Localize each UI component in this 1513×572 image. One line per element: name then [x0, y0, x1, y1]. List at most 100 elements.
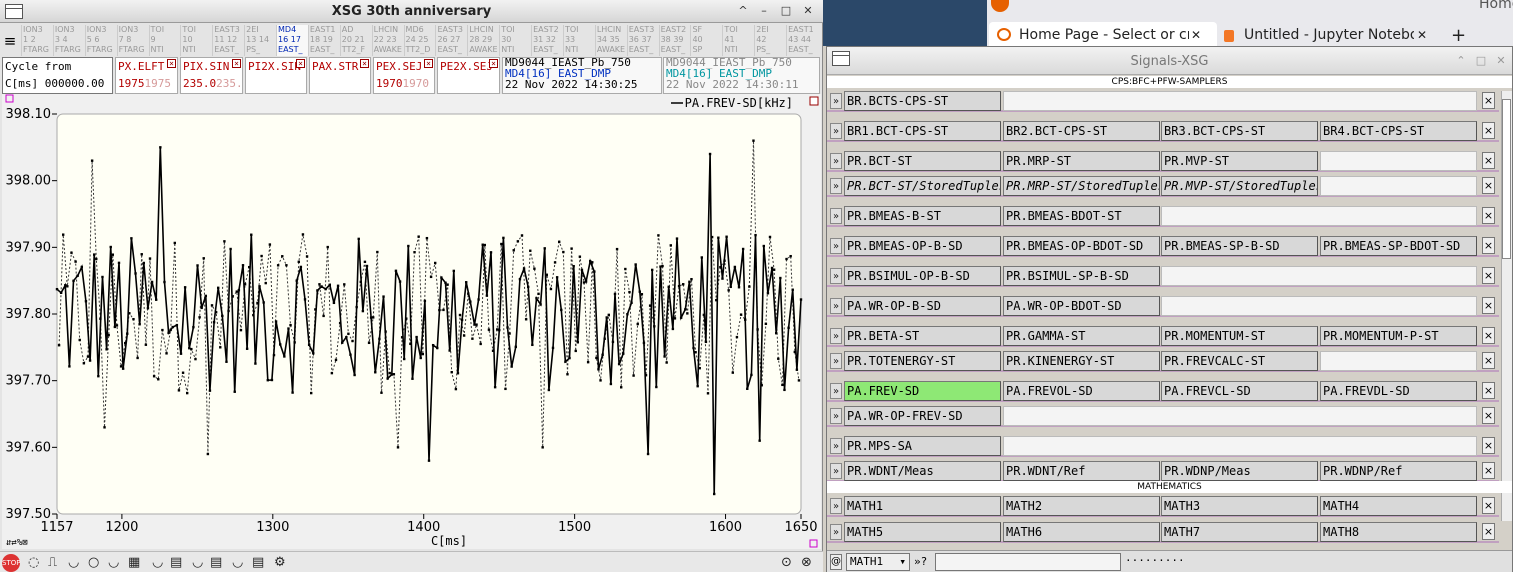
expand-row-icon[interactable]: » [830, 178, 842, 194]
remove-row-icon[interactable]: × [1482, 437, 1495, 454]
signal-button[interactable]: BR.BCTS-CPS-ST [844, 91, 1001, 111]
remove-row-icon[interactable]: × [1482, 327, 1495, 344]
signal-button[interactable]: BR4.BCT-CPS-ST [1320, 121, 1477, 141]
remove-row-icon[interactable]: × [1482, 237, 1495, 254]
mini-display[interactable]: PE2X.SEJ × [437, 57, 500, 94]
mini-display-close-icon[interactable]: × [360, 59, 369, 68]
timeline-cell[interactable]: EAST1 18 19 EAST_ [307, 25, 340, 56]
mini-display-close-icon[interactable]: × [232, 59, 241, 68]
signal-button[interactable]: BR1.BCT-CPS-ST [844, 121, 1001, 141]
expand-row-icon[interactable]: » [830, 463, 842, 479]
minimize-window-button[interactable]: – [756, 4, 772, 19]
mini-display-close-icon[interactable]: × [424, 59, 433, 68]
signals-close-button[interactable]: ✕ [1493, 54, 1509, 69]
signal-button[interactable]: PR.BMEAS-OP-B-SD [844, 236, 1001, 256]
gear-icon[interactable]: ⚙ [274, 554, 286, 571]
timeline-cell[interactable]: EAST3 36 37 EAST_ [626, 25, 659, 56]
expand-row-icon[interactable]: » [830, 238, 842, 254]
mini-display[interactable]: PAX.STR × [309, 57, 371, 94]
mini-display-close-icon[interactable]: × [296, 59, 305, 68]
shade-window-button[interactable]: ^ [735, 4, 751, 19]
timeline-cell[interactable]: TOI 41 NTI [722, 25, 754, 56]
signal-button[interactable]: PR.BMEAS-BDOT-ST [1003, 206, 1160, 226]
math-select[interactable]: MATH1 ▾ [846, 553, 910, 571]
signal-button[interactable]: MATH3 [1161, 496, 1318, 516]
signal-button[interactable]: PR.BMEAS-SP-BDOT-SD [1320, 236, 1477, 256]
signal-button[interactable]: MATH1 [844, 496, 1001, 516]
signal-button[interactable]: PA.WR-OP-FREV-SD [844, 406, 1001, 426]
expand-row-icon[interactable]: » [830, 208, 842, 224]
remove-row-icon[interactable]: × [1482, 207, 1495, 224]
timeline-cell[interactable]: 2EI 13 14 PS_ [244, 25, 276, 56]
signal-button[interactable]: PR.BSIMUL-OP-B-SD [844, 266, 1001, 286]
signal-button[interactable]: PA.WR-OP-BDOT-SD [1003, 296, 1160, 316]
signal-button[interactable]: PA.WR-OP-B-SD [844, 296, 1001, 316]
zoom-y-icon[interactable]: ⊗ [801, 554, 812, 571]
mini-display[interactable]: PI2X.SIN × [245, 57, 307, 94]
table3-icon[interactable]: ▤ [252, 554, 264, 571]
signal-button[interactable]: PR.MPS-SA [844, 436, 1001, 456]
expand-row-icon[interactable]: » [830, 298, 842, 314]
timeline-cell[interactable]: AD 20 21 TT2_F [339, 25, 372, 56]
expand-row-icon[interactable]: » [830, 123, 842, 139]
remove-row-icon[interactable]: × [1482, 267, 1495, 284]
signal-button[interactable]: PR.BCT-ST/StoredTuples [844, 176, 1001, 196]
axis-tools-icon[interactable]: ⇵⇄%⊠ [6, 538, 28, 548]
grid-icon[interactable]: ▦ [128, 554, 140, 571]
signal-button[interactable]: PR.BETA-ST [844, 326, 1001, 346]
arc2-icon[interactable]: ◡ [108, 554, 119, 571]
at-icon[interactable]: @ [830, 554, 842, 570]
signal-button[interactable]: MATH8 [1320, 522, 1477, 542]
signals-title-bar[interactable]: Signals-XSG ⌃ □ ✕ [827, 47, 1512, 75]
signal-button[interactable]: MATH4 [1320, 496, 1477, 516]
timeline-cell[interactable]: TOI 33 NTI [562, 25, 595, 56]
expand-row-icon[interactable]: » [830, 408, 842, 424]
expand-row-icon[interactable]: » [830, 438, 842, 454]
table-icon[interactable]: ▤ [170, 554, 182, 571]
signal-button[interactable]: PR.TOTENERGY-ST [844, 351, 1001, 371]
timeline-cell[interactable]: ION3 7 8 FTARG [116, 25, 149, 56]
tab-jupyter-label[interactable]: Untitled - Jupyter Notebo [1244, 25, 1414, 46]
frev-chart[interactable]: 1157 1200 1300 1400 1500 1600 1650 398.10 398.00… [2, 94, 821, 549]
signal-button[interactable]: PR.KINENERGY-ST [1003, 351, 1160, 371]
signal-button[interactable]: PR.MRP-ST [1003, 151, 1160, 171]
arc3-icon[interactable]: ◡ [152, 554, 163, 571]
timeline-cell[interactable]: EAST3 26 27 EAST_ [435, 25, 467, 56]
signal-button[interactable]: PR.MVP-ST/StoredTuples [1161, 176, 1318, 196]
dots-button[interactable]: ········· [1125, 553, 1185, 571]
timeline-cell[interactable]: ION3 3 4 FTARG [52, 25, 85, 56]
signal-button[interactable]: PR.WDNT/Ref [1003, 461, 1160, 481]
expand-row-icon[interactable]: » [830, 524, 842, 540]
timeline-cell[interactable]: EAST2 31 32 EAST_ [531, 25, 563, 56]
cycle-from-box[interactable]: Cycle from C[ms] 000000.00 [2, 57, 113, 94]
timeline-cell[interactable]: ION3 5 6 FTARG [84, 25, 117, 56]
timeline-cell[interactable]: EAST2 38 39 EAST_ [658, 25, 691, 56]
help-button[interactable]: »? [914, 554, 927, 570]
timeline-cell[interactable]: TOI 10 NTI [180, 25, 212, 56]
signals-shade-button[interactable]: ⌃ [1453, 54, 1469, 69]
timeline-cell[interactable]: EAST1 43 44 EAST_ [786, 25, 818, 56]
signal-button[interactable]: PR.BMEAS-OP-BDOT-SD [1003, 236, 1160, 256]
signal-button[interactable]: PA.FREV-SD [844, 381, 1001, 401]
arc5-icon[interactable]: ◡ [232, 554, 243, 571]
signal-button[interactable]: BR2.BCT-CPS-ST [1003, 121, 1160, 141]
signal-button[interactable]: PA.FREVDL-SD [1320, 381, 1477, 401]
remove-row-icon[interactable]: × [1482, 462, 1495, 479]
expand-row-icon[interactable]: » [830, 353, 842, 369]
ring-icon[interactable]: ○ [88, 554, 99, 571]
remove-row-icon[interactable]: × [1482, 297, 1495, 314]
expand-row-icon[interactable]: » [830, 328, 842, 344]
timeline-cell[interactable]: MD6 24 25 TT2_D [403, 25, 436, 56]
timeline-cell[interactable]: SF 40 SP [690, 25, 722, 56]
remove-row-icon[interactable]: × [1482, 177, 1495, 194]
tab-close-icon[interactable]: ✕ [1191, 25, 1207, 46]
arc-icon[interactable]: ◡ [68, 554, 79, 571]
signal-button[interactable]: PA.FREVOL-SD [1003, 381, 1160, 401]
remove-row-icon[interactable]: × [1482, 122, 1495, 139]
plot-close-icon[interactable] [809, 96, 819, 106]
bottom-right-marker[interactable] [809, 539, 818, 548]
timeline-cell[interactable]: 2EI 42 PS_ [754, 25, 786, 56]
arc4-icon[interactable]: ◡ [192, 554, 203, 571]
signal-button[interactable]: PR.MOMENTUM-P-ST [1320, 326, 1477, 346]
signal-button[interactable]: PR.WDNP/Meas [1161, 461, 1318, 481]
